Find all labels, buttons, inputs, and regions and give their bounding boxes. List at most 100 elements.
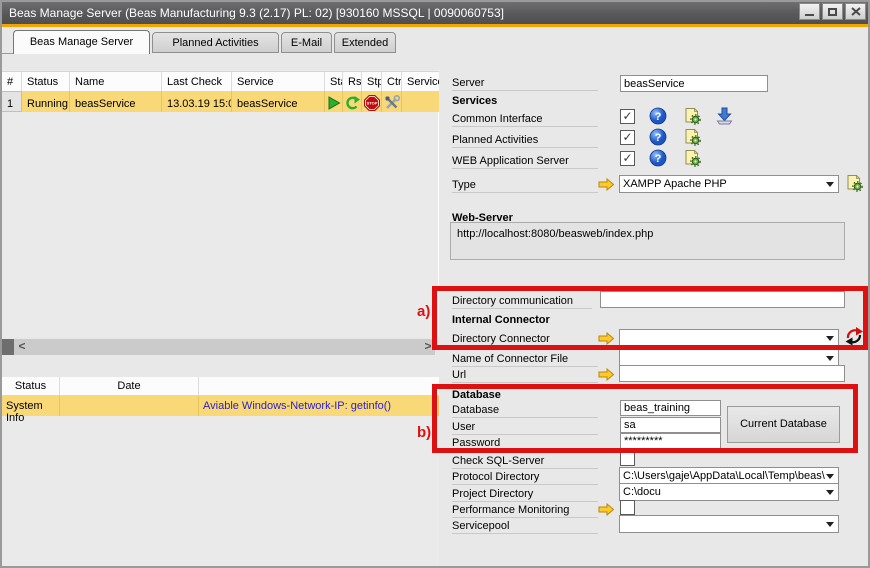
svg-text:?: ? — [655, 132, 662, 144]
svg-text:?: ? — [655, 111, 662, 123]
current-database-button[interactable]: Current Database — [727, 406, 840, 443]
log-row[interactable]: System Info Aviable Windows-Network-IP: … — [2, 396, 439, 416]
log-col-date: Date — [60, 377, 199, 395]
col-last-check: Last Check — [162, 72, 232, 91]
service-name-cell[interactable]: beasService — [70, 91, 162, 112]
svg-text:?: ? — [655, 153, 662, 165]
app-window: Beas Manage Server (Beas Manufacturing 9… — [0, 0, 870, 568]
tab-bar: Beas Manage Server Planned Activities E-… — [2, 27, 868, 53]
link-arrow-icon[interactable] — [598, 503, 615, 516]
help-icon[interactable]: ? — [649, 107, 667, 125]
user-label: User — [452, 419, 598, 435]
web-server-url: http://localhost:8080/beasweb/index.php — [457, 228, 653, 240]
service-row-number[interactable]: 1 — [2, 91, 22, 112]
type-dropdown[interactable]: XAMPP Apache PHP — [619, 175, 839, 193]
close-button[interactable] — [845, 3, 866, 20]
service-service-cell[interactable]: beasService — [232, 91, 325, 112]
link-arrow-icon[interactable] — [598, 178, 615, 191]
servicepool-label: Servicepool — [452, 518, 598, 534]
type-label: Type — [452, 177, 598, 193]
tab-extended[interactable]: Extended — [334, 32, 396, 53]
check-sql-server-label: Check SQL-Server — [452, 453, 598, 469]
directory-communication-input[interactable] — [600, 291, 845, 308]
tab-beas-manage-server[interactable]: Beas Manage Server — [13, 30, 150, 54]
service-config-icon[interactable] — [683, 128, 701, 146]
performance-monitoring-label: Performance Monitoring — [452, 502, 598, 518]
service-config-icon[interactable] — [683, 149, 701, 167]
scroll-right-arrow[interactable]: > — [421, 339, 435, 355]
server-input[interactable] — [620, 75, 768, 92]
service-table: # Status Name Last Check Service Sta Rst… — [2, 70, 439, 337]
service-config-icon[interactable] — [683, 107, 701, 125]
horizontal-scrollbar[interactable]: < > — [2, 339, 435, 355]
log-table: Status Date System Info Aviable Windows-… — [2, 377, 439, 566]
service-table-header: # Status Name Last Check Service Sta Rst… — [2, 71, 439, 91]
performance-monitoring-checkbox[interactable] — [620, 500, 635, 515]
col-stp: Stp — [362, 72, 382, 91]
title-bar: Beas Manage Server (Beas Manufacturing 9… — [2, 2, 868, 24]
scrollbar-thumb[interactable] — [2, 339, 14, 355]
tab-email[interactable]: E-Mail — [281, 32, 332, 53]
help-icon[interactable]: ? — [649, 128, 667, 146]
col-status: Status — [22, 72, 70, 91]
password-input[interactable] — [620, 433, 721, 449]
web-server-url-box: http://localhost:8080/beasweb/index.php — [450, 222, 845, 260]
refresh-icon[interactable] — [844, 326, 864, 346]
col-name: Name — [70, 72, 162, 91]
tools-icon[interactable] — [384, 95, 400, 111]
svg-text:STOP: STOP — [367, 100, 378, 105]
scroll-left-arrow[interactable]: < — [15, 339, 29, 355]
log-status-cell[interactable]: System Info — [2, 396, 60, 416]
log-date-cell[interactable] — [60, 396, 199, 416]
chevron-down-icon — [826, 522, 834, 527]
service-status-cell[interactable]: Running — [22, 91, 70, 112]
minimize-icon — [805, 8, 814, 16]
stop-icon[interactable]: STOP — [364, 95, 380, 111]
annotation-label-b: b) — [417, 424, 431, 441]
link-arrow-icon[interactable] — [598, 332, 615, 345]
service-config-icon[interactable] — [845, 174, 863, 192]
directory-connector-label: Directory Connector — [452, 331, 598, 347]
common-interface-checkbox[interactable]: ✓ — [620, 109, 635, 124]
planned-activities-checkbox[interactable]: ✓ — [620, 130, 635, 145]
web-application-server-checkbox[interactable]: ✓ — [620, 151, 635, 166]
tab-planned-activities[interactable]: Planned Activities — [152, 32, 279, 53]
col-service: Service — [232, 72, 325, 91]
database-header: Database — [452, 389, 501, 401]
restart-icon[interactable] — [344, 95, 360, 111]
chevron-down-icon — [826, 182, 834, 187]
service-lastcheck-cell[interactable]: 13.03.19 15:06 — [162, 91, 232, 112]
type-value: XAMPP Apache PHP — [623, 178, 727, 190]
url-label: Url — [452, 367, 598, 383]
user-input[interactable] — [620, 417, 721, 433]
service-servicepool-cell[interactable] — [402, 91, 439, 112]
directory-communication-label: Directory communication — [452, 293, 592, 309]
directory-connector-dropdown[interactable] — [619, 329, 839, 347]
servicepool-dropdown[interactable] — [619, 515, 839, 533]
check-sql-server-checkbox[interactable] — [620, 451, 635, 466]
annotation-label-a: a) — [417, 303, 430, 320]
chevron-down-icon — [826, 336, 834, 341]
chevron-down-icon — [826, 474, 834, 479]
link-arrow-icon[interactable] — [598, 368, 615, 381]
log-message-cell[interactable]: Aviable Windows-Network-IP: getinfo() — [199, 396, 439, 416]
log-col-status: Status — [2, 377, 60, 395]
maximize-button[interactable] — [822, 3, 843, 20]
common-interface-label: Common Interface — [452, 111, 598, 127]
col-sta: Sta — [325, 72, 343, 91]
service-row[interactable]: 1 Running beasService 13.03.19 15:06 bea… — [2, 91, 439, 112]
col-num: # — [2, 72, 22, 91]
minimize-button[interactable] — [799, 3, 820, 20]
url-input[interactable] — [619, 365, 845, 382]
database-input[interactable] — [620, 400, 721, 416]
chevron-down-icon — [826, 490, 834, 495]
check-icon: ✓ — [622, 130, 632, 144]
play-icon[interactable] — [326, 95, 342, 111]
database-label: Database — [452, 402, 598, 418]
project-directory-dropdown[interactable]: C:\docu — [619, 483, 839, 501]
web-application-server-label: WEB Application Server — [452, 153, 598, 169]
download-icon[interactable] — [715, 107, 734, 125]
help-icon[interactable]: ? — [649, 149, 667, 167]
server-label: Server — [452, 75, 598, 91]
check-icon: ✓ — [622, 109, 632, 123]
